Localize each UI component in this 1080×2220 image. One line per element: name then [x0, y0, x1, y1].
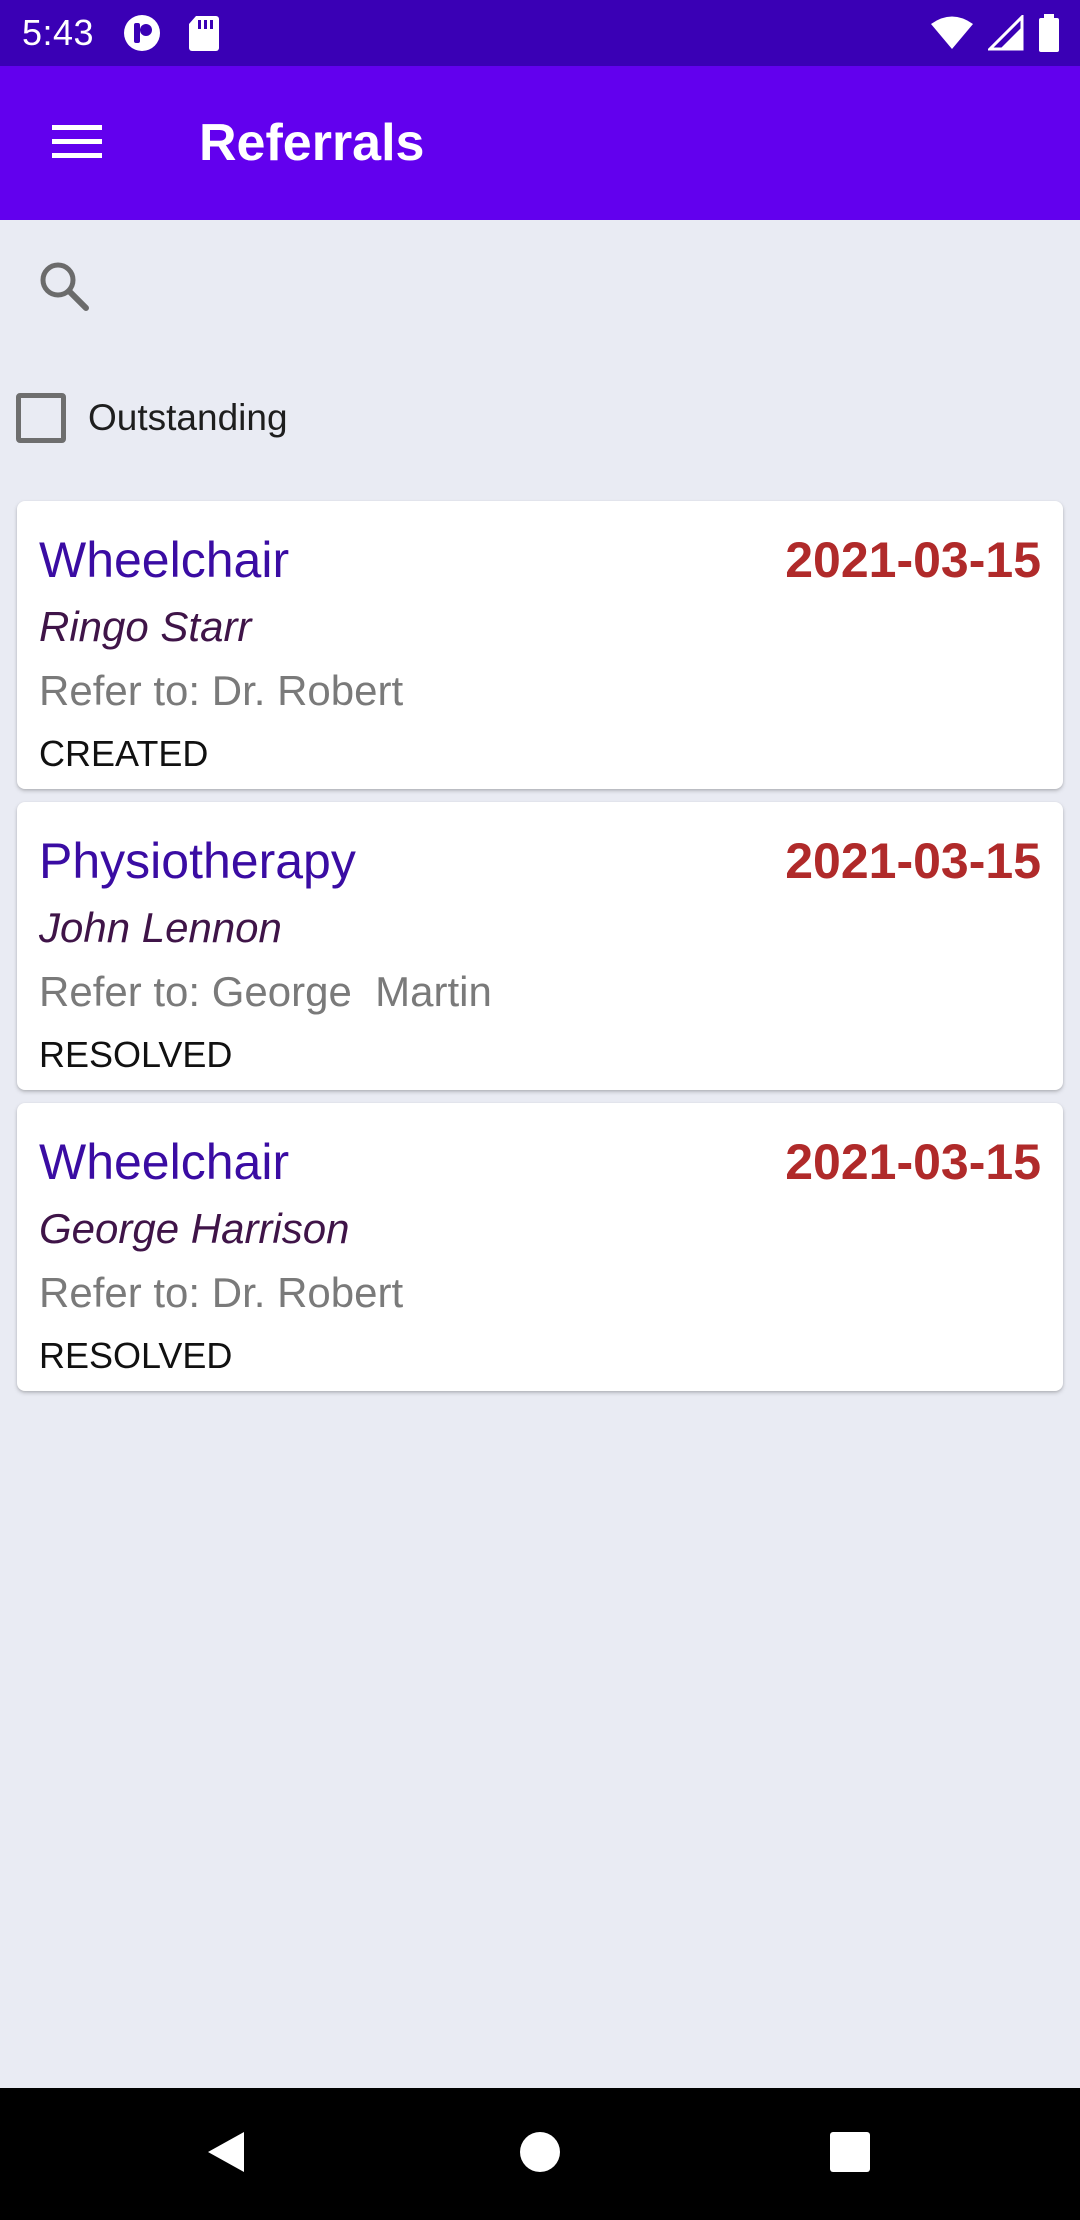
referral-refer-to: Refer to: George Martin — [39, 968, 492, 1015]
referral-client: George Harrison — [39, 1205, 350, 1252]
menu-icon — [50, 121, 104, 166]
page-title: Referrals — [199, 114, 425, 172]
referrals-screen: 5:43 Referrals Outstanding Wheelchair 20… — [0, 0, 1080, 2220]
status-right-icons — [930, 0, 1060, 66]
status-time: 5:43 — [22, 12, 95, 53]
cell-signal-icon — [988, 15, 1024, 51]
recents-button[interactable] — [812, 2116, 888, 2192]
referral-status: CREATED — [39, 733, 209, 774]
referral-card[interactable]: Wheelchair 2021-03-15 Ringo Starr Refer … — [17, 501, 1063, 789]
wifi-icon — [930, 15, 974, 51]
referral-client: Ringo Starr — [39, 603, 252, 650]
back-button[interactable] — [188, 2116, 264, 2192]
referral-date: 2021-03-15 — [785, 833, 1041, 889]
system-nav-bar — [0, 2088, 1080, 2220]
search-bar[interactable] — [0, 220, 1080, 350]
battery-icon — [1038, 14, 1060, 52]
outstanding-filter[interactable]: Outstanding — [16, 388, 288, 448]
search-icon[interactable] — [36, 258, 92, 314]
back-icon — [202, 2128, 250, 2181]
referral-status: RESOLVED — [39, 1034, 233, 1075]
home-button[interactable] — [502, 2116, 578, 2192]
recents-icon — [828, 2130, 872, 2179]
referral-refer-to: Refer to: Dr. Robert — [39, 667, 404, 714]
referral-client: John Lennon — [39, 904, 282, 951]
app-bar: Referrals — [0, 66, 1080, 220]
referral-type: Wheelchair — [39, 1134, 290, 1190]
outstanding-checkbox[interactable] — [16, 393, 66, 443]
referral-date: 2021-03-15 — [785, 1134, 1041, 1190]
referral-list: Wheelchair 2021-03-15 Ringo Starr Refer … — [17, 501, 1063, 1404]
referral-type: Wheelchair — [39, 532, 290, 588]
menu-button[interactable] — [29, 95, 125, 191]
referral-date: 2021-03-15 — [785, 532, 1041, 588]
referral-card[interactable]: Physiotherapy 2021-03-15 John Lennon Ref… — [17, 802, 1063, 1090]
referral-refer-to: Refer to: Dr. Robert — [39, 1269, 404, 1316]
app-notification-icon — [122, 13, 162, 53]
status-bar: 5:43 — [0, 0, 1080, 66]
referral-status: RESOLVED — [39, 1335, 233, 1376]
referral-card[interactable]: Wheelchair 2021-03-15 George Harrison Re… — [17, 1103, 1063, 1391]
outstanding-label: Outstanding — [88, 397, 288, 438]
referral-type: Physiotherapy — [39, 833, 356, 889]
sd-card-icon — [184, 13, 224, 53]
home-icon — [518, 2130, 562, 2179]
